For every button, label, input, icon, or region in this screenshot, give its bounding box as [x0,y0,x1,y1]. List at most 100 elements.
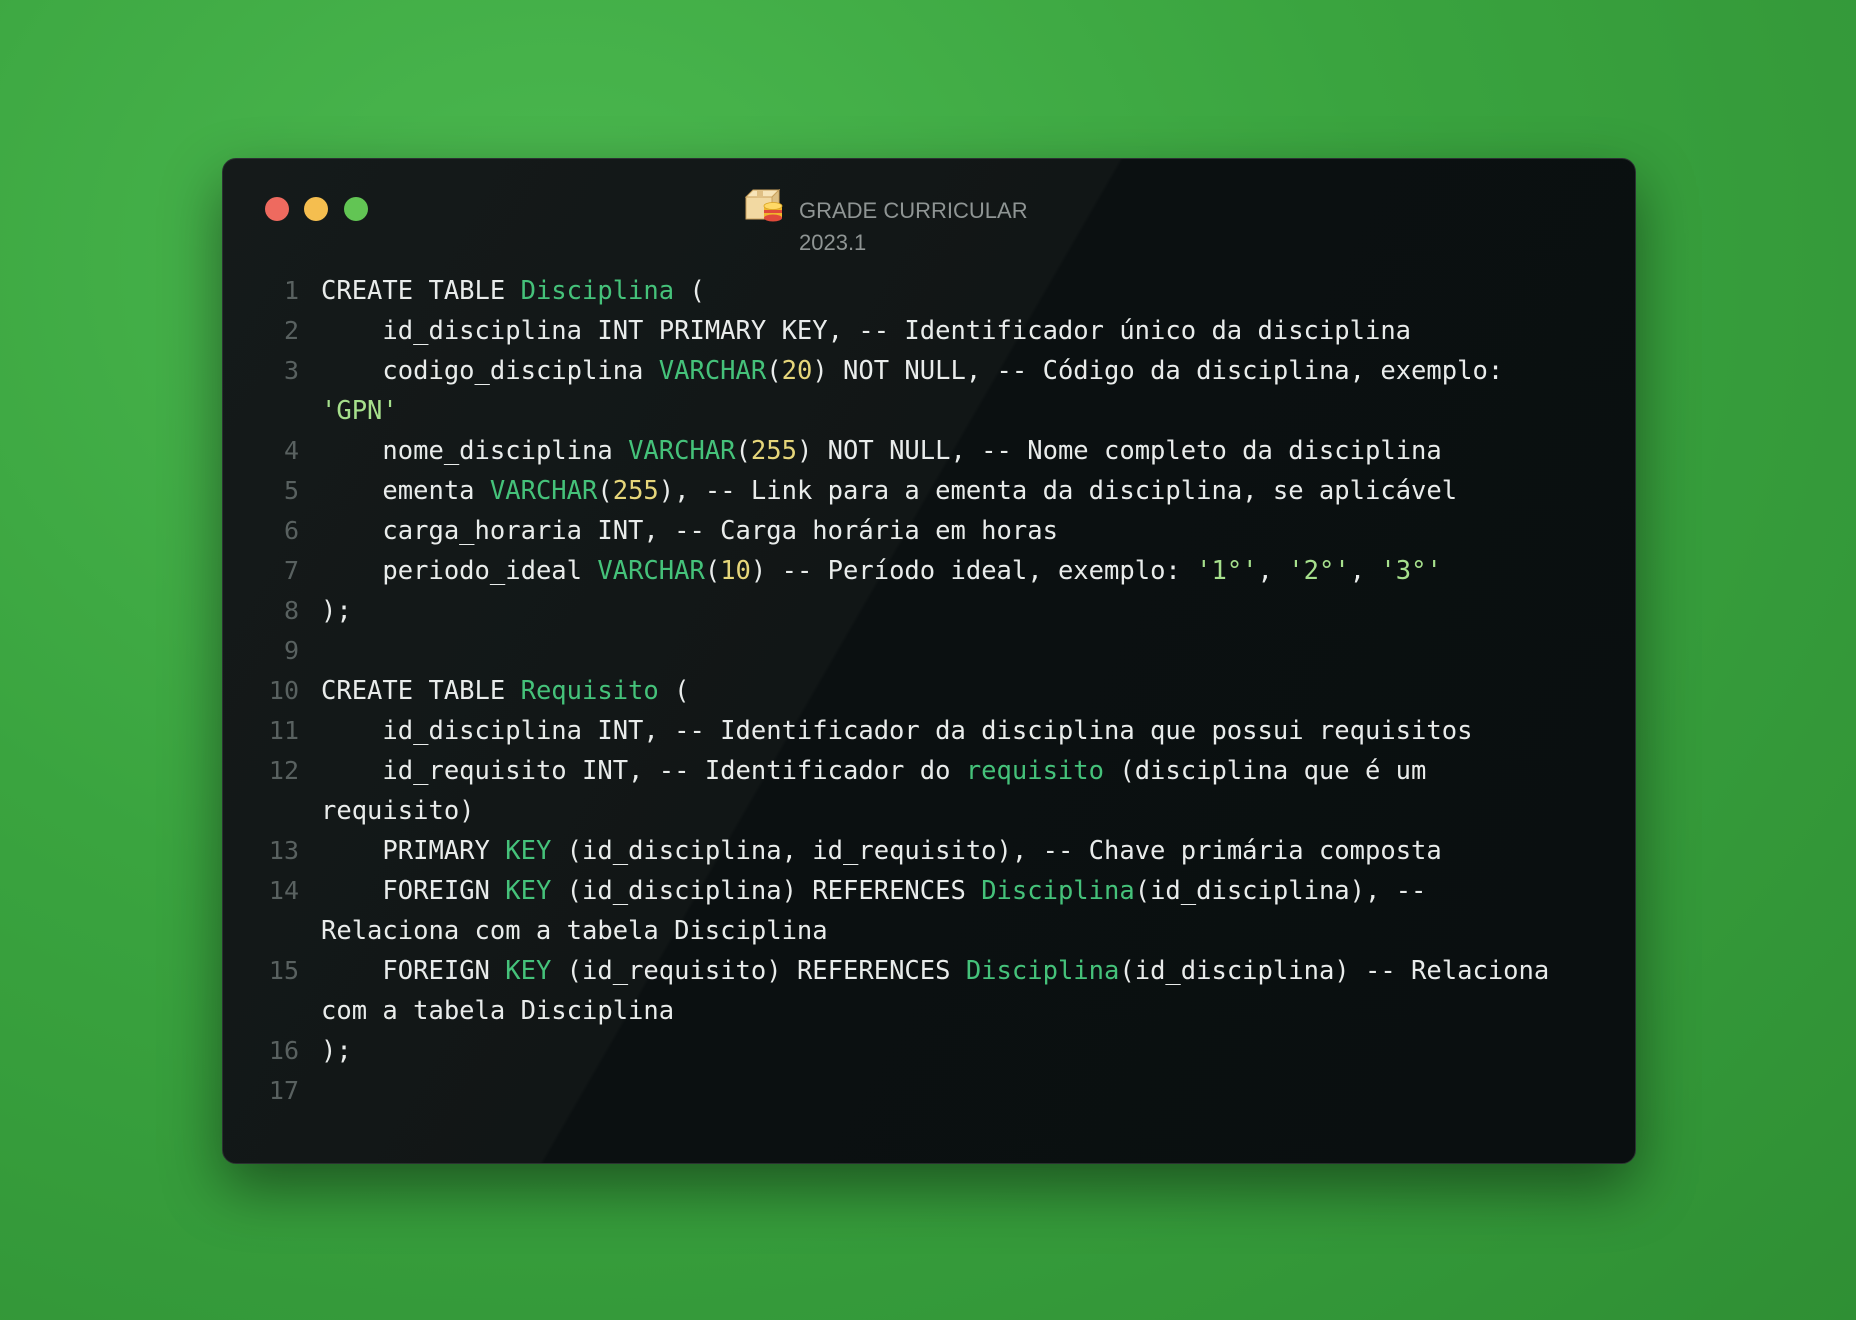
code-token: CREATE TABLE [321,276,521,306]
code-token: ) NOT NULL, -- Código da disciplina, exe… [812,356,1504,386]
code-line: 3 codigo_disciplina VARCHAR(20) NOT NULL… [223,351,1635,431]
code-token: ( [766,356,782,386]
code-line: 14 FOREIGN KEY (id_disciplina) REFERENCE… [223,871,1635,951]
line-text: FOREIGN KEY (id_requisito) REFERENCES Di… [321,951,1611,1031]
code-line: 7 periodo_ideal VARCHAR(10) -- Período i… [223,551,1635,591]
code-line: 1 CREATE TABLE Disciplina ( [223,271,1635,311]
code-token: requisito [965,756,1104,786]
line-text: ); [321,591,1611,631]
code-token: Disciplina [520,276,675,306]
line-number: 9 [283,636,299,665]
code-token: KEY [505,876,552,906]
line-number: 10 [268,676,299,705]
line-text [321,631,1611,671]
line-number: 4 [283,436,299,465]
code-token: VARCHAR [628,436,736,466]
line-text: PRIMARY KEY (id_disciplina, id_requisito… [321,831,1611,871]
line-text [321,1071,1611,1111]
code-window: GRADE CURRICULAR 2023.1 1 CREATE TABLE Di… [222,158,1636,1164]
line-number: 7 [283,556,299,585]
line-text: id_disciplina INT, -- Identificador da d… [321,711,1611,751]
code-token: Disciplina [965,956,1120,986]
line-number: 12 [268,756,299,785]
line-text: codigo_disciplina VARCHAR(20) NOT NULL, … [321,351,1611,431]
code-token: 10 [720,556,751,586]
line-number: 14 [268,876,299,905]
line-number: 5 [283,476,299,505]
line-number: 1 [283,276,299,305]
code-line: 13 PRIMARY KEY (id_disciplina, id_requis… [223,831,1635,871]
code-token: FOREIGN [321,956,506,986]
code-line: 11 id_disciplina INT, -- Identificador d… [223,711,1635,751]
code-token: KEY [505,836,552,866]
line-text: periodo_ideal VARCHAR(10) -- Período ide… [321,551,1611,591]
code-token: (id_requisito) REFERENCES [551,956,966,986]
code-token: periodo_ideal [321,556,598,586]
code-token: ) -- Período ideal, exemplo: [750,556,1197,586]
line-text: nome_disciplina VARCHAR(255) NOT NULL, -… [321,431,1611,471]
code-line: 8); [223,591,1635,631]
code-token: ( [735,436,751,466]
code-token: ), -- Link para a ementa da disciplina, … [658,476,1458,506]
code-token: 'GPN' [321,396,398,426]
subtitle-text: 2023.1 [799,230,867,255]
code-line: 9 [223,631,1635,671]
minimize-button[interactable] [304,197,328,221]
code-token: , [1257,556,1289,586]
code-line: 5 ementa VARCHAR(255), -- Link para a em… [223,471,1635,511]
code-line: 10 CREATE TABLE Requisito ( [223,671,1635,711]
code-token: ( [704,556,721,586]
code-token: (id_disciplina, id_requisito), -- Chave … [551,836,1442,866]
line-number: 13 [268,836,299,865]
line-number: 16 [268,1036,299,1065]
code-token: KEY [505,956,552,986]
code-token: '1°' [1196,556,1258,586]
code-token: carga_horaria INT, -- Carga horária em h… [321,516,1058,546]
code-token: ementa [321,476,490,506]
line-number: 15 [268,956,299,985]
line-text: FOREIGN KEY (id_disciplina) REFERENCES D… [321,871,1611,951]
code-token: CREATE TABLE [321,676,521,706]
code-token: ( [597,476,613,506]
line-text: ); [321,1031,1611,1071]
line-text: CREATE TABLE Requisito ( [321,671,1611,711]
code-token: nome_disciplina [321,436,629,466]
code-token: Requisito [520,676,659,706]
code-line: 4 nome_disciplina VARCHAR(255) NOT NULL,… [223,431,1635,471]
code-token: 20 [781,356,813,386]
line-number: 11 [268,716,299,745]
line-number: 6 [283,516,299,545]
line-text: id_requisito INT, -- Identificador do re… [321,751,1611,831]
line-number: 3 [283,356,299,385]
title-text: GRADE CURRICULAR [799,198,1028,223]
code-token: PRIMARY [321,836,506,866]
code-line: 16); [223,1031,1635,1071]
code-line: 15 FOREIGN KEY (id_requisito) REFERENCES… [223,951,1635,1031]
line-number: 2 [283,316,299,345]
code-token: , [1349,556,1381,586]
code-token: id_disciplina INT, -- Identificador da d… [321,716,1473,746]
code-token: '2°' [1288,556,1350,586]
code-token: ); [321,1036,352,1066]
line-text: id_disciplina INT PRIMARY KEY, -- Identi… [321,311,1611,351]
code-token: VARCHAR [489,476,598,506]
code-token: id_disciplina INT PRIMARY KEY, -- Identi… [321,316,1412,346]
code-token: ) NOT NULL, -- Nome completo da discipli… [796,436,1442,466]
maximize-button[interactable] [344,197,368,221]
code-line: 2 id_disciplina INT PRIMARY KEY, -- Iden… [223,311,1635,351]
code-token: VARCHAR [658,356,767,386]
close-button[interactable] [265,197,289,221]
code-line: 17 [223,1071,1635,1111]
code-token: FOREIGN [321,876,506,906]
code-token: 255 [750,436,797,466]
code-token: Disciplina [981,876,1135,906]
code-token: codigo_disciplina [321,356,659,386]
code-token: ( [674,276,705,306]
line-text: CREATE TABLE Disciplina ( [321,271,1611,311]
code-token: ); [321,596,352,626]
line-number: 8 [283,596,299,625]
line-text: carga_horaria INT, -- Carga horária em h… [321,511,1611,551]
line-text: ementa VARCHAR(255), -- Link para a emen… [321,471,1611,511]
box-database-icon [745,189,783,222]
code-token: '3°' [1380,556,1442,586]
